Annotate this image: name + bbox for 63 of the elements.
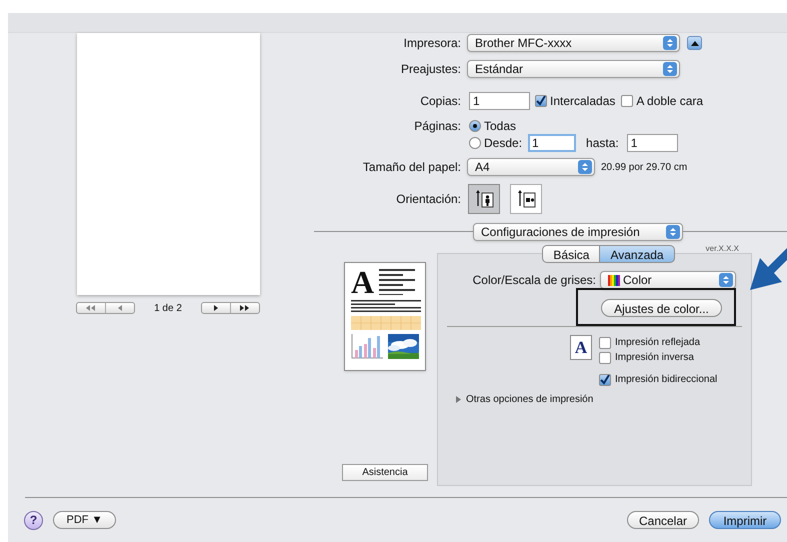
checkbox-label: Impresión inversa [615,351,694,365]
field-label: Preajustes: [400,61,462,78]
bar-chart-icon [351,334,383,359]
copies-field[interactable]: 1 [469,92,530,110]
double-right-triangle-icon [239,305,251,311]
to-page-field[interactable]: 1 [626,134,678,152]
stepper-icon [578,160,592,174]
radio-label: Desde: [484,135,522,152]
presets-popup[interactable]: Estándar [467,60,680,78]
stepper-icon [719,273,733,287]
landscape-orientation-button[interactable] [510,184,542,214]
checkbox[interactable] [599,352,611,364]
checkbox[interactable] [621,95,634,107]
checkbox-label: Impresión reflejada [615,336,700,350]
stepper-icon [666,224,680,238]
rainbow-icon [608,274,620,286]
checkbox[interactable] [535,95,547,107]
portrait-orientation-button[interactable] [468,184,500,214]
sample-letter: A [570,335,592,360]
field-label: Color/Escala de grises: [472,272,596,289]
paper-dimensions: 20.99 por 29.70 cm [601,160,688,174]
paper-size-popup[interactable]: A4 [467,158,595,176]
field-label: Copias: [419,93,462,110]
radio-button[interactable] [469,120,481,132]
from-page-field[interactable]: 1 [528,134,576,152]
stepper-icon [663,62,677,76]
version-label: ver.X.X.X [706,243,739,255]
page-indicator: 1 de 2 [153,302,183,316]
print-button[interactable]: Imprimir [709,511,781,529]
checkbox[interactable] [599,374,611,386]
landscape-page-icon [515,190,537,208]
collapse-button[interactable] [687,36,702,50]
tab[interactable]: Básica [542,245,600,263]
text-lines-icon [351,300,421,312]
color-settings-button[interactable]: Ajustes de color... [601,299,722,317]
field-label: Orientación: [395,191,462,208]
field-label: Tamaño del papel: [362,159,462,176]
cancel-button[interactable]: Cancelar [627,511,699,529]
checkbox-label: Intercaladas [550,93,616,110]
color-mode-popup[interactable]: Color [600,271,736,289]
section-popup[interactable]: Configuraciones de impresión [473,222,683,240]
portrait-page-icon [473,190,495,208]
support-button[interactable]: Asistencia [342,464,428,481]
printer-popup[interactable]: Brother MFC-xxxx [467,34,680,52]
checkbox-label: Impresión bidireccional [615,373,718,387]
up-triangle-icon [690,40,698,46]
disclosure-triangle-icon [455,396,462,403]
disclosure-button[interactable]: Otras opciones de impresión [455,392,594,407]
thumbnail-letter: A [351,268,374,296]
tab[interactable]: Avanzada [600,245,675,263]
help-button[interactable]: ? [24,510,43,530]
table-icon [351,316,421,330]
field-label: Impresora: [402,35,462,52]
pdf-button[interactable]: PDF ▼ [53,511,116,529]
radio-button[interactable] [469,137,481,149]
radio-label: Todas [484,118,516,135]
stepper-icon [663,36,677,50]
text-lines-icon [377,269,416,295]
double-left-triangle-icon [85,305,97,311]
field-label: Páginas: [413,118,462,135]
field-label: hasta: [586,135,619,152]
checkbox-label: A doble cara [636,93,704,110]
checkbox[interactable] [599,336,611,348]
